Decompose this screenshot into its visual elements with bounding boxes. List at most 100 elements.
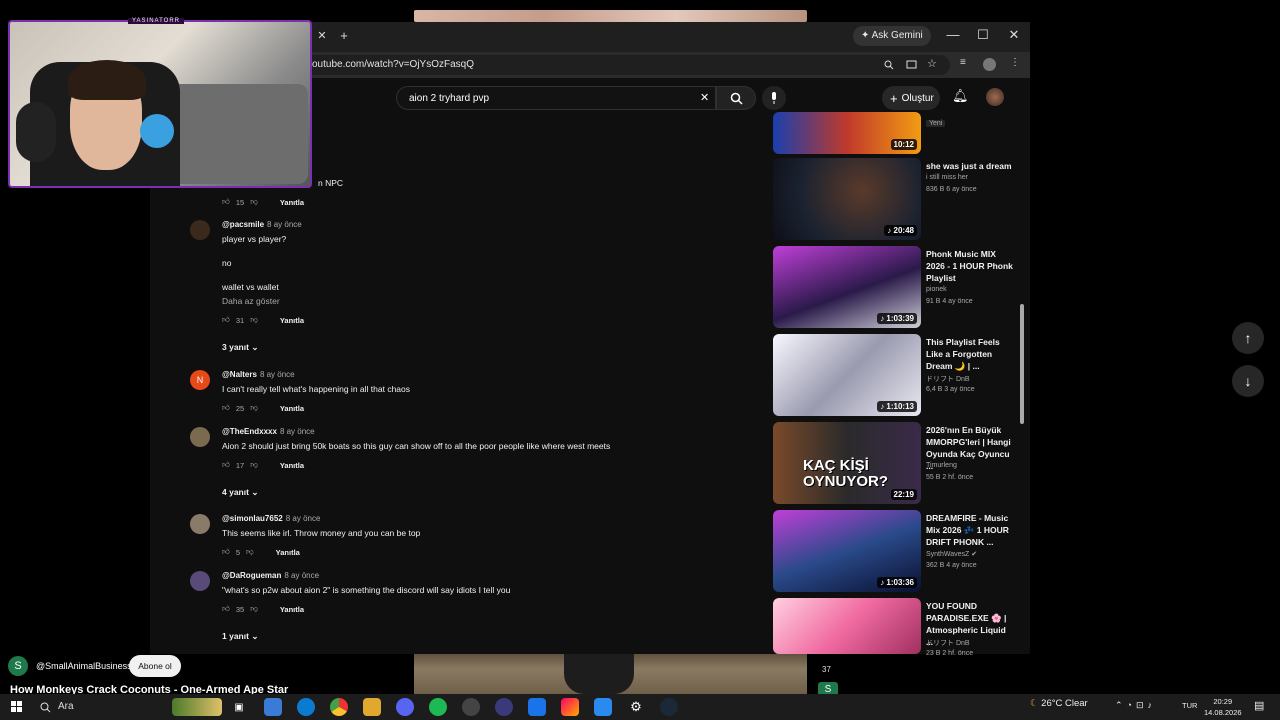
comment-author[interactable]: @Nalters 8 ay önce xyxy=(222,370,295,379)
discord-icon[interactable] xyxy=(396,698,414,716)
photos-icon[interactable] xyxy=(561,698,579,716)
zoom-icon[interactable] xyxy=(884,60,894,70)
comment-time[interactable]: 8 ay önce xyxy=(284,571,319,580)
avatar[interactable] xyxy=(190,571,210,591)
channel-name[interactable]: SynthWavesZ ✔ xyxy=(926,550,977,558)
clock[interactable]: 20:29 14.08.2026 xyxy=(1204,696,1242,718)
reply-button[interactable]: Yanıtla xyxy=(280,198,304,207)
notifications-icon[interactable]: ▤ xyxy=(1254,699,1264,712)
weather-widget[interactable]: ☾ 26°C Clear xyxy=(1030,698,1088,709)
video-thumbnail[interactable]: ♪ 1:10:13 xyxy=(773,334,921,416)
tab-search-icon[interactable]: ≡ xyxy=(960,57,966,68)
replies-toggle[interactable]: 4 yanıt ⌄ xyxy=(222,487,258,498)
taskbar-search[interactable]: Ara xyxy=(32,696,172,718)
comment-author[interactable]: @simonlau7652 8 ay önce xyxy=(222,514,320,523)
like-icon[interactable]: 👍︎ xyxy=(222,315,230,325)
subscribe-button[interactable]: Abone ol xyxy=(129,655,181,677)
comment-author[interactable]: @DaRogueman 8 ay önce xyxy=(222,571,319,580)
channel-name[interactable]: pionek xyxy=(926,286,947,293)
scrollbar[interactable] xyxy=(1019,118,1025,654)
scrollbar-thumb[interactable] xyxy=(1020,304,1024,424)
recommendation-item[interactable]: ♪ 20:48 she was just a dream i still mis… xyxy=(773,158,1013,240)
channel-name[interactable]: Timurleng xyxy=(926,462,957,469)
close-window-button[interactable]: ✕ xyxy=(1004,27,1024,43)
search-highlight-image[interactable] xyxy=(172,698,222,716)
short-channel-avatar[interactable]: S xyxy=(8,656,28,676)
close-tab-icon[interactable]: ✕ xyxy=(312,29,332,42)
dislike-icon[interactable]: 👎︎ xyxy=(250,197,258,207)
channel-name[interactable]: ドリフト DnB xyxy=(926,638,970,648)
like-icon[interactable]: 👍︎ xyxy=(222,460,230,470)
windows-start-icon[interactable] xyxy=(8,698,26,716)
browser-menu-icon[interactable]: ⋮ xyxy=(1010,57,1020,68)
channel-name[interactable]: ドリフト DnB xyxy=(926,374,970,384)
dislike-icon[interactable]: 👎︎ xyxy=(246,547,254,557)
system-tray-icons[interactable]: ⌃◔⊡♪ xyxy=(1115,700,1156,711)
comment-time[interactable]: 8 ay önce xyxy=(280,427,315,436)
obs-icon[interactable] xyxy=(462,698,480,716)
create-button[interactable]: + Oluştur xyxy=(882,86,940,110)
reply-button[interactable]: Yanıtla xyxy=(280,605,304,614)
like-icon[interactable]: 👍︎ xyxy=(222,604,230,614)
recommendation-item[interactable]: ♪ 1:03:36 DREAMFIRE - Music Mix 2026 💤 1… xyxy=(773,510,1013,592)
dislike-icon[interactable]: 👎︎ xyxy=(250,315,258,325)
show-less-link[interactable]: Daha az göster xyxy=(222,296,280,306)
recommendation-item[interactable]: 10:12 Yeni xyxy=(773,112,1013,154)
comment-author[interactable]: @TheEndxxxx 8 ay önce xyxy=(222,427,315,436)
video-app-icon[interactable] xyxy=(528,698,546,716)
spotify-icon[interactable] xyxy=(429,698,447,716)
copilot-icon[interactable] xyxy=(264,698,282,716)
new-tab-button[interactable]: + xyxy=(334,28,354,43)
ask-gemini-button[interactable]: ✦ Ask Gemini xyxy=(853,26,931,46)
profile-avatar[interactable] xyxy=(983,58,996,71)
scroll-up-button[interactable]: ↑ xyxy=(1232,322,1264,354)
replies-toggle[interactable]: 3 yanıt ⌄ xyxy=(222,342,258,353)
notifications-bell-icon[interactable]: 🔔︎ xyxy=(952,88,969,104)
video-thumbnail[interactable]: ♪ 1:03:36 xyxy=(773,510,921,592)
like-icon[interactable]: 👍︎ xyxy=(222,403,230,413)
video-title[interactable]: Phonk Music MIX 2026 - 1 HOUR Phonk Play… xyxy=(926,248,1014,284)
reply-button[interactable]: Yanıtla xyxy=(280,404,304,413)
cast-icon[interactable] xyxy=(906,60,917,70)
avatar[interactable]: N xyxy=(190,370,210,390)
video-thumbnail[interactable]: KAÇ KİŞİ OYNUYOR? 22:19 xyxy=(773,422,921,504)
avatar[interactable] xyxy=(190,427,210,447)
avatar[interactable] xyxy=(190,220,210,240)
dislike-icon[interactable]: 👎︎ xyxy=(250,460,258,470)
url-input[interactable]: outube.com/watch?v=OjYsOzFasqQ xyxy=(300,55,950,75)
short-channel-handle[interactable]: @SmallAnimalBusiness xyxy=(36,661,132,671)
video-thumbnail[interactable] xyxy=(773,598,921,654)
video-thumbnail[interactable]: 10:12 xyxy=(773,112,921,154)
steam-icon[interactable] xyxy=(660,698,678,716)
reply-button[interactable]: Yanıtla xyxy=(276,548,300,557)
like-icon[interactable]: 👍︎ xyxy=(222,197,230,207)
dislike-icon[interactable]: 👎︎ xyxy=(250,604,258,614)
clear-search-icon[interactable]: ✕ xyxy=(700,91,709,104)
video-title[interactable]: DREAMFIRE - Music Mix 2026 💤 1 HOUR DRIF… xyxy=(926,512,1014,548)
replies-toggle[interactable]: 1 yanıt ⌄ xyxy=(222,631,258,642)
store-icon[interactable] xyxy=(594,698,612,716)
reply-button[interactable]: Yanıtla xyxy=(280,461,304,470)
comment-time[interactable]: 8 ay önce xyxy=(286,514,321,523)
search-input[interactable]: aion 2 tryhard pvp xyxy=(396,86,716,110)
minimize-button[interactable]: — xyxy=(943,27,963,42)
search-button[interactable] xyxy=(716,86,756,110)
like-icon[interactable]: 👍︎ xyxy=(222,547,230,557)
recommendation-item[interactable]: ♪ 1:03:39 Phonk Music MIX 2026 - 1 HOUR … xyxy=(773,246,1013,328)
app-icon[interactable] xyxy=(495,698,513,716)
settings-gear-icon[interactable]: ⚙ xyxy=(627,698,645,716)
video-title[interactable]: she was just a dream xyxy=(926,160,1014,172)
video-thumbnail[interactable]: ♪ 1:03:39 xyxy=(773,246,921,328)
reply-button[interactable]: Yanıtla xyxy=(280,316,304,325)
chrome-icon[interactable] xyxy=(330,698,348,716)
task-view-icon[interactable]: ▣ xyxy=(230,698,248,716)
language-indicator[interactable]: TUR xyxy=(1182,701,1197,710)
scroll-down-button[interactable]: ↓ xyxy=(1232,365,1264,397)
video-title[interactable]: This Playlist Feels Like a Forgotten Dre… xyxy=(926,336,1014,372)
voice-search-button[interactable] xyxy=(762,86,786,110)
dislike-icon[interactable]: 👎︎ xyxy=(250,403,258,413)
avatar[interactable] xyxy=(190,514,210,534)
recommendation-item[interactable]: KAÇ KİŞİ OYNUYOR? 22:19 2026'nın En Büyü… xyxy=(773,422,1013,504)
edge-icon[interactable] xyxy=(297,698,315,716)
recommendation-item[interactable]: YOU FOUND PARADISE.EXE 🌸 | Atmospheric L… xyxy=(773,598,1013,657)
